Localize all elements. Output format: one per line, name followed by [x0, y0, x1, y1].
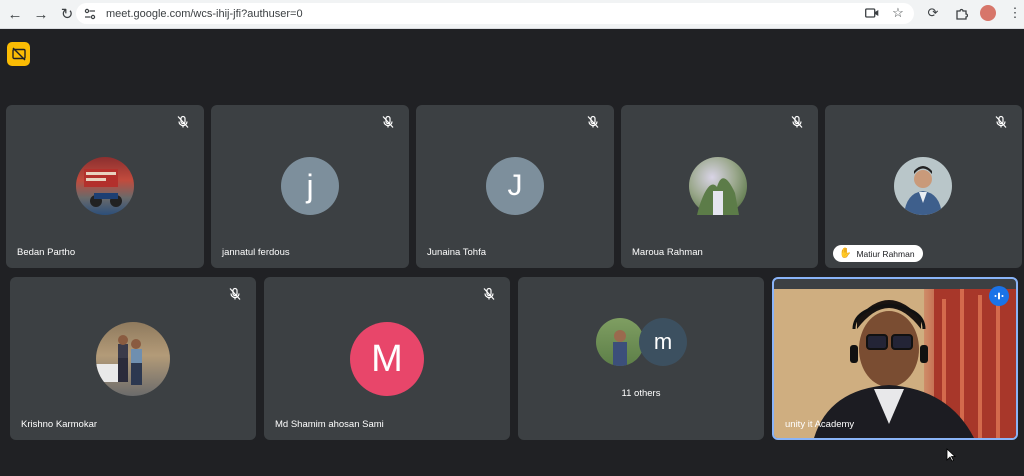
participant-tile[interactable]: ✋ Matiur Rahman [825, 105, 1022, 268]
camera-icon[interactable] [864, 5, 880, 21]
back-icon[interactable]: ← [4, 3, 26, 25]
avatar: m [639, 318, 687, 366]
participant-name: Matiur Rahman [856, 248, 915, 259]
participant-video [774, 289, 1016, 438]
others-tile[interactable]: m 11 others [518, 277, 764, 440]
avatar [894, 157, 952, 215]
speaking-indicator-icon [989, 286, 1009, 306]
participant-tile[interactable]: J Junaina Tohfa [416, 105, 614, 268]
participant-name: Bedan Partho [17, 247, 76, 258]
avatar: M [350, 322, 424, 396]
mic-off-icon [995, 115, 1007, 128]
mic-off-icon [791, 115, 803, 128]
site-settings-icon[interactable] [84, 7, 98, 21]
participant-tile[interactable]: unity it Academy [772, 277, 1018, 440]
forward-icon[interactable]: → [30, 3, 52, 25]
avatar [76, 157, 134, 215]
bookmark-star-icon[interactable]: ☆ [890, 5, 906, 21]
avatar [596, 318, 644, 366]
mic-off-icon [483, 287, 495, 300]
reload-icon[interactable]: ↻ [56, 3, 78, 25]
participant-name: Maroua Rahman [632, 247, 703, 258]
avatar [96, 322, 170, 396]
mic-off-icon [587, 115, 599, 128]
extensions-puzzle-icon[interactable] [952, 4, 970, 22]
participant-tile[interactable]: j jannatul ferdous [211, 105, 409, 268]
participant-tile[interactable]: Maroua Rahman [621, 105, 818, 268]
avatar [689, 157, 747, 215]
profile-avatar[interactable] [980, 5, 996, 21]
participant-name: Krishno Karmokar [21, 419, 98, 430]
avatar: J [486, 157, 544, 215]
participant-tile[interactable]: Bedan Partho [6, 105, 204, 268]
participant-name: Junaina Tohfa [427, 247, 486, 258]
extension-sync-icon[interactable]: ⟳ [924, 4, 942, 22]
mic-off-icon [382, 115, 394, 128]
raised-hand-icon: ✋ [839, 248, 852, 259]
raised-hand-name-pill: ✋ Matiur Rahman [833, 245, 923, 262]
others-count-label: 11 others [621, 388, 661, 399]
participant-tile[interactable]: Krishno Karmokar [10, 277, 256, 440]
url-text[interactable]: meet.google.com/wcs-ihij-jfi?authuser=0 [106, 8, 303, 20]
captions-off-icon[interactable] [7, 42, 30, 66]
participant-name: jannatul ferdous [222, 247, 290, 258]
participant-name: Md Shamim ahosan Sami [275, 419, 384, 430]
mic-off-icon [229, 287, 241, 300]
browser-toolbar: ← → ↻ meet.google.com/wcs-ihij-jfi?authu… [0, 0, 1024, 29]
avatar: j [281, 157, 339, 215]
participant-name: unity it Academy [785, 419, 855, 430]
mic-off-icon [177, 115, 189, 128]
mouse-cursor-icon [946, 448, 956, 462]
participant-tile[interactable]: M Md Shamim ahosan Sami [264, 277, 510, 440]
menu-kebab-icon[interactable]: ⋮ [1006, 4, 1024, 22]
address-bar[interactable]: meet.google.com/wcs-ihij-jfi?authuser=0 … [76, 3, 914, 24]
